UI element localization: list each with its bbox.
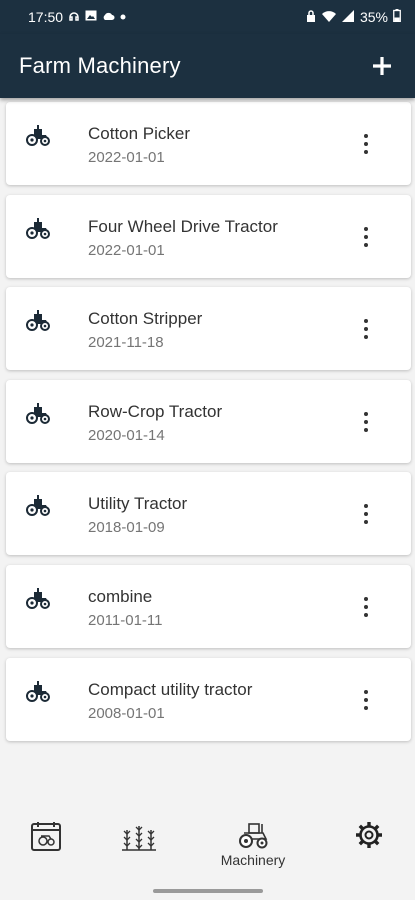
more-dot (364, 419, 368, 424)
machinery-card[interactable]: Row-Crop Tractor 2020-01-14 (6, 379, 411, 463)
app-bar: Farm Machinery (0, 34, 415, 98)
more-options-button[interactable] (354, 408, 378, 436)
more-vertical-icon (364, 134, 368, 138)
machinery-date: 2011-01-11 (88, 611, 163, 629)
more-dot (364, 234, 368, 239)
crops-icon (122, 826, 156, 851)
machinery-list: Cotton Picker 2022-01-01 Four Wheel Driv… (6, 102, 411, 750)
machinery-date: 2020-01-14 (88, 426, 165, 444)
more-options-button[interactable] (354, 686, 378, 714)
more-dot (364, 512, 368, 517)
more-dot (364, 327, 368, 332)
tractor-icon (24, 586, 52, 610)
nav-item-settings[interactable] (329, 820, 409, 876)
more-dot (364, 150, 368, 154)
machinery-card[interactable]: combine 2011-01-11 (6, 564, 411, 648)
page-title: Farm Machinery (19, 53, 181, 78)
bottom-navigation: Machinery (0, 808, 415, 900)
status-time: 17:50 (28, 9, 64, 25)
signal-icon (341, 9, 355, 25)
tractor-icon (24, 401, 52, 425)
nav-item-calendar[interactable] (6, 820, 86, 876)
cloud-icon (102, 11, 115, 24)
add-machinery-button[interactable] (367, 51, 397, 81)
machinery-card[interactable]: Cotton Stripper 2021-11-18 (6, 287, 411, 371)
more-dot (364, 335, 368, 340)
battery-icon (393, 9, 401, 25)
more-dot (364, 604, 368, 609)
nav-item-crops[interactable] (99, 820, 179, 876)
tractor-icon (24, 216, 52, 240)
machinery-date: 2008-01-01 (88, 704, 165, 722)
machinery-card[interactable]: Utility Tractor 2018-01-09 (6, 472, 411, 556)
tractor-icon (24, 308, 52, 332)
more-vertical-icon (364, 226, 368, 231)
home-indicator[interactable] (153, 889, 263, 893)
more-vertical-icon (364, 689, 368, 694)
dot-icon (120, 12, 126, 23)
machinery-name: Four Wheel Drive Tractor (88, 216, 278, 236)
more-options-button[interactable] (354, 223, 378, 251)
more-dot (364, 705, 368, 710)
battery-percent: 35% (359, 9, 388, 25)
tractor-icon (239, 823, 268, 849)
machinery-card[interactable]: Compact utility tractor 2008-01-01 (6, 657, 411, 741)
more-options-button[interactable] (354, 593, 378, 621)
more-dot (364, 242, 368, 247)
machinery-name: Cotton Picker (88, 124, 191, 143)
wifi-icon (321, 10, 337, 25)
more-vertical-icon (364, 596, 368, 601)
plus-icon (373, 57, 391, 75)
more-vertical-icon (364, 504, 368, 509)
machinery-card[interactable]: Four Wheel Drive Tractor 2022-01-01 (6, 194, 411, 278)
status-bar: 17:50 35% (0, 0, 415, 34)
tractor-icon (24, 493, 52, 517)
more-dot (364, 142, 368, 146)
image-icon (85, 10, 97, 24)
nav-label-machinery: Machinery (220, 852, 286, 868)
more-dot (364, 520, 368, 525)
more-vertical-icon (364, 319, 368, 324)
machinery-date: 2022-01-01 (88, 241, 165, 259)
gear-icon (356, 822, 382, 848)
more-options-button[interactable] (354, 315, 378, 343)
nav-item-machinery[interactable]: Machinery (213, 820, 293, 876)
lock-icon (306, 9, 316, 25)
machinery-date: 2021-11-18 (88, 334, 164, 352)
more-vertical-icon (364, 411, 368, 416)
tractor-icon (24, 123, 52, 147)
headset-icon (68, 10, 80, 25)
more-options-button[interactable] (354, 500, 378, 528)
machinery-card[interactable]: Cotton Picker 2022-01-01 (6, 102, 411, 185)
machinery-name: combine (88, 586, 153, 606)
machinery-name: Compact utility tractor (88, 679, 253, 699)
machinery-date: 2022-01-01 (88, 149, 165, 166)
machinery-date: 2018-01-09 (88, 519, 165, 537)
machinery-name: Utility Tractor (88, 494, 188, 514)
machinery-name: Row-Crop Tractor (88, 401, 223, 421)
calendar-icon (31, 822, 61, 851)
more-dot (364, 427, 368, 432)
more-dot (364, 697, 368, 702)
more-dot (364, 612, 368, 617)
tractor-icon (24, 679, 52, 703)
more-options-button[interactable] (354, 130, 378, 158)
machinery-name: Cotton Stripper (88, 309, 203, 329)
